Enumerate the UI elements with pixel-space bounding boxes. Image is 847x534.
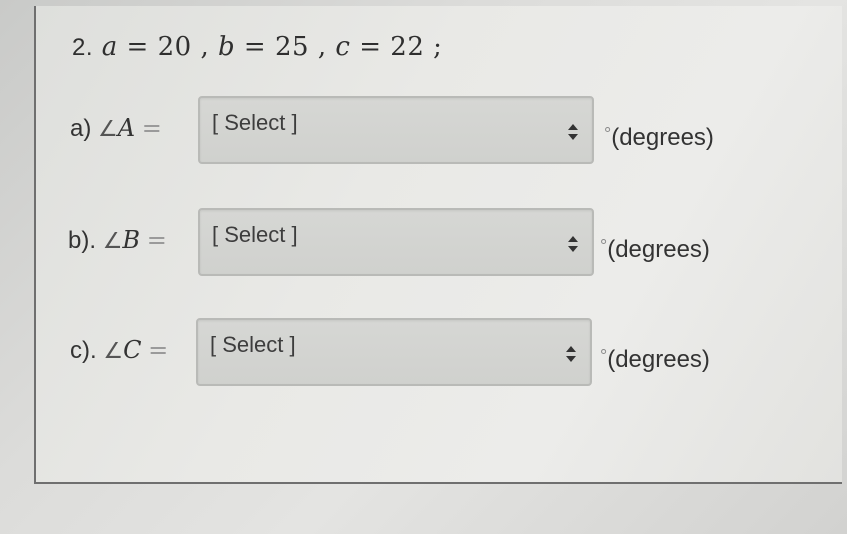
angle-var: C <box>123 336 142 364</box>
value-a: 20 <box>157 32 192 62</box>
equals-sign: = <box>141 114 162 142</box>
terminator: ; <box>433 32 443 62</box>
answer-row-a: a) ∠A = [ Select ] °(degrees) <box>0 96 847 166</box>
unit-label-c: °(degrees) <box>600 346 710 374</box>
row-prefix: a) <box>70 115 92 142</box>
angle-icon: ∠ <box>102 229 123 254</box>
unit-text: (degrees) <box>611 124 714 151</box>
angle-b-select[interactable]: [ Select ] <box>198 208 594 276</box>
question-number: 2. <box>72 34 94 61</box>
angle-label-b: b). ∠B = <box>68 226 167 255</box>
angle-label-c: c). ∠C = <box>70 336 168 365</box>
up-down-chevron-icon <box>568 124 578 140</box>
up-down-chevron-icon <box>568 236 578 252</box>
angle-var: B <box>122 226 141 254</box>
unit-text: (degrees) <box>607 236 710 263</box>
angle-icon: ∠ <box>103 339 124 364</box>
answer-row-b: b). ∠B = [ Select ] °(degrees) <box>0 208 847 278</box>
select-value: [ Select ] <box>212 110 298 135</box>
equals-sign: = <box>148 336 169 364</box>
select-value: [ Select ] <box>212 222 298 247</box>
up-down-chevron-icon <box>566 346 576 362</box>
unit-label-b: °(degrees) <box>600 236 710 264</box>
angle-label-a: a) ∠A = <box>70 114 162 143</box>
angle-var: A <box>117 114 136 142</box>
angle-icon: ∠ <box>98 117 118 142</box>
question-statement: 2. a = 20 , b = 25 , c = 22 ; <box>72 32 443 62</box>
unit-label-a: °(degrees) <box>604 124 714 152</box>
row-prefix: b). <box>68 227 97 254</box>
select-value: [ Select ] <box>210 332 296 357</box>
answer-row-c: c). ∠C = [ Select ] °(degrees) <box>0 318 847 388</box>
value-b: 25 <box>275 32 310 62</box>
angle-a-select[interactable]: [ Select ] <box>198 96 594 164</box>
row-prefix: c). <box>70 337 97 364</box>
var-b: b <box>218 32 236 62</box>
var-c: c <box>335 32 351 62</box>
unit-text: (degrees) <box>607 346 710 373</box>
value-c: 22 <box>390 32 425 62</box>
equals-sign: = <box>146 226 167 254</box>
angle-c-select[interactable]: [ Select ] <box>196 318 592 386</box>
var-a: a <box>101 32 118 62</box>
